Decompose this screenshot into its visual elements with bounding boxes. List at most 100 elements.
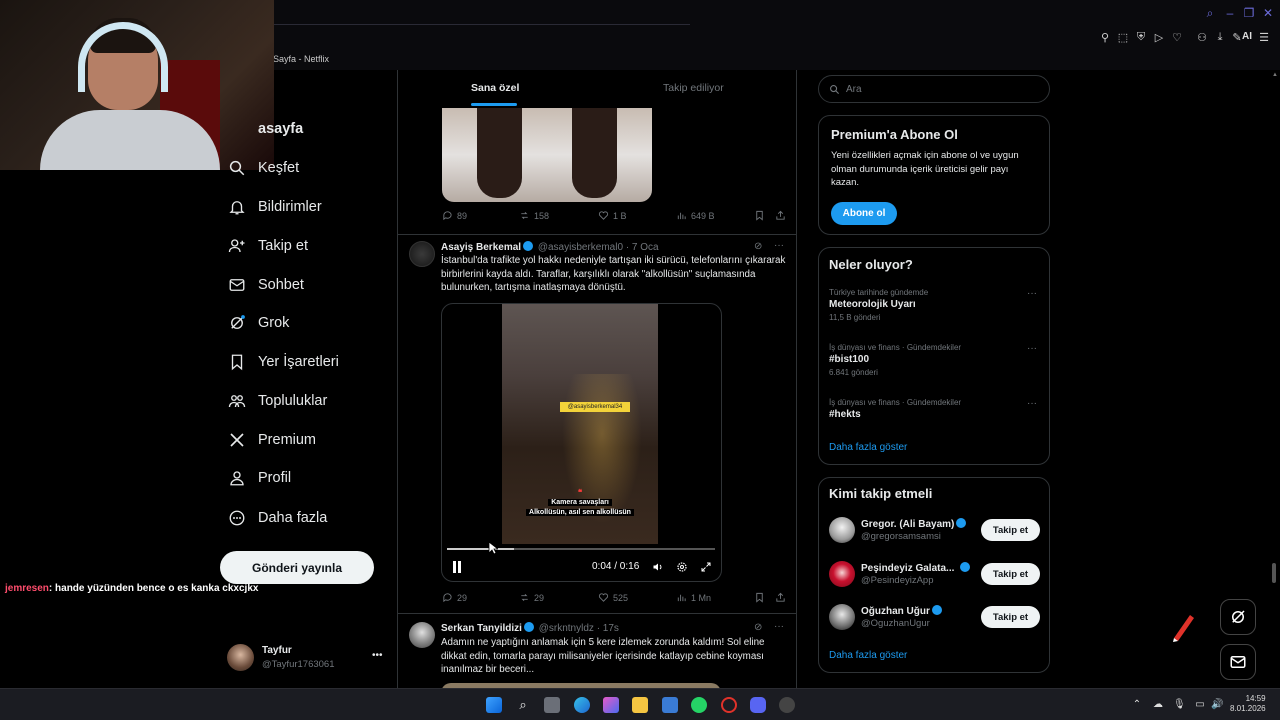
play-icon[interactable]: ▷ — [1152, 31, 1166, 45]
task-view-icon[interactable] — [544, 697, 560, 713]
grok-action-icon[interactable]: ⊘ — [754, 241, 762, 252]
share-action[interactable] — [775, 592, 786, 603]
like-action[interactable]: 525 — [598, 592, 628, 603]
settings-button[interactable] — [676, 561, 688, 573]
follow-suggestion[interactable]: Gregor. (Ali Bayam) @gregorsamsamsi Taki… — [829, 516, 1041, 546]
download-icon[interactable]: ⤓ — [1213, 31, 1227, 45]
restore-icon[interactable]: ❐ — [1242, 6, 1256, 20]
nav-communities[interactable]: Topluluklar — [228, 390, 327, 412]
account-switcher[interactable]: Tayfur @Tayfur1763061 ••• — [227, 644, 387, 674]
tab-for-you[interactable]: Sana özel — [471, 82, 519, 94]
grok-action-icon[interactable]: ⊘ — [754, 622, 762, 633]
network-icon[interactable]: ▭ — [1194, 699, 1206, 711]
search-icon[interactable]: ⌕ — [1203, 6, 1217, 20]
chevron-up-icon[interactable]: ⌃ — [1131, 699, 1143, 711]
pause-button[interactable] — [452, 561, 462, 573]
close-icon[interactable]: ✕ — [1261, 6, 1275, 20]
heart-icon[interactable]: ♡ — [1170, 31, 1184, 45]
like-action[interactable]: 1 B — [598, 210, 627, 221]
messages-button[interactable] — [1220, 644, 1256, 680]
post-time[interactable]: · 17s — [597, 623, 619, 634]
user-icon[interactable]: ⚇ — [1195, 31, 1209, 45]
show-more-link[interactable]: Daha fazla göster — [829, 442, 907, 453]
follow-suggestion[interactable]: Peşindeyiz Galata... @PesindeyizApp Taki… — [829, 560, 1041, 590]
nav-explore[interactable]: Keşfet — [228, 157, 299, 179]
nav-profile[interactable]: Profil — [228, 467, 291, 489]
video-player[interactable]: @asayisberkemal34 ❝ Kamera savaşları Alk… — [441, 303, 722, 582]
views-action[interactable]: 1 Mn — [676, 592, 711, 603]
author-name[interactable]: Asayiş Berkemal — [441, 242, 521, 253]
scrollbar-thumb[interactable] — [1272, 563, 1276, 583]
follow-button[interactable]: Takip et — [981, 606, 1040, 628]
nav-chat[interactable]: Sohbet — [228, 274, 304, 296]
start-icon[interactable] — [486, 697, 502, 713]
cloud-icon[interactable]: ☁ — [1152, 699, 1164, 711]
bookmark-action[interactable] — [754, 592, 765, 603]
author-handle[interactable]: @srkntnyldz — [539, 623, 594, 634]
nav-bookmarks[interactable]: Yer İşaretleri — [228, 351, 339, 373]
opera-icon[interactable] — [721, 697, 737, 713]
discord-icon[interactable] — [750, 697, 766, 713]
search-icon[interactable]: ⌕ — [515, 697, 531, 713]
tab-following[interactable]: Takip ediliyor — [663, 82, 724, 94]
screenshot-icon[interactable]: ⬚ — [1116, 31, 1130, 45]
fullscreen-button[interactable] — [700, 561, 712, 573]
ai-button[interactable]: AI — [1242, 31, 1252, 42]
menu-icon[interactable]: ☰ — [1257, 31, 1271, 45]
nav-home[interactable]: asayfa — [228, 118, 303, 140]
avatar[interactable] — [409, 622, 435, 648]
browser-tab-title[interactable]: Sayfa - Netflix — [273, 54, 329, 64]
copilot-icon[interactable] — [603, 697, 619, 713]
more-icon[interactable]: ··· — [774, 621, 784, 632]
post-time[interactable]: · 7 Oca — [626, 242, 659, 253]
repost-action[interactable]: 29 — [519, 592, 544, 603]
store-icon[interactable] — [662, 697, 678, 713]
nav-grok[interactable]: Grok — [228, 312, 289, 334]
tab-strip — [270, 24, 690, 25]
reply-action[interactable]: 89 — [442, 210, 467, 221]
author-name[interactable]: Serkan Tanyildizi — [441, 623, 522, 634]
bookmark-action[interactable] — [754, 210, 765, 221]
folder-icon[interactable] — [632, 697, 648, 713]
subscribe-button[interactable]: Abone ol — [831, 202, 897, 225]
verified-badge-icon — [523, 622, 534, 632]
system-clock[interactable]: 14:59 8.01.2026 — [1230, 694, 1266, 714]
follow-button[interactable]: Takip et — [981, 563, 1040, 585]
trend-item[interactable]: Türkiye tarihinde gündemde Meteorolojik … — [829, 288, 1041, 328]
post-button[interactable]: Gönderi yayınla — [220, 551, 374, 584]
author-handle[interactable]: @asayisberkemal0 — [538, 242, 623, 253]
reply-action[interactable]: 29 — [442, 592, 467, 603]
search-input[interactable]: Ara — [818, 75, 1050, 103]
views-action[interactable]: 649 B — [676, 210, 715, 221]
grok-button[interactable] — [1220, 599, 1256, 635]
follow-suggestion[interactable]: Oğuzhan Uğur @OguzhanUgur Takip et — [829, 603, 1041, 633]
more-icon[interactable]: ··· — [774, 240, 784, 251]
volume-icon[interactable]: 🔊 — [1211, 699, 1223, 711]
avatar[interactable] — [409, 241, 435, 267]
nav-follow[interactable]: Takip et — [228, 235, 308, 257]
follow-button[interactable]: Takip et — [981, 519, 1040, 541]
nav-notifications[interactable]: Bildirimler — [228, 196, 322, 218]
trend-item[interactable]: İş dünyası ve finans · Gündemdekiler #he… — [829, 398, 1041, 426]
nav-more[interactable]: Daha fazla — [228, 507, 327, 529]
repost-action[interactable]: 158 — [519, 210, 549, 221]
trend-item[interactable]: İş dünyası ve finans · Gündemdekiler #bi… — [829, 343, 1041, 383]
post-image[interactable] — [442, 108, 652, 202]
whatsapp-icon[interactable] — [691, 697, 707, 713]
microphone-icon[interactable]: 🎙 — [1173, 699, 1186, 711]
edge-icon[interactable] — [574, 697, 590, 713]
shield-icon[interactable]: ⛨ — [1134, 31, 1148, 45]
share-action[interactable] — [775, 210, 786, 221]
minimize-icon[interactable]: – — [1223, 6, 1237, 20]
pin-icon[interactable]: ⚲ — [1098, 31, 1112, 45]
app-icon[interactable] — [779, 697, 795, 713]
show-more-link[interactable]: Daha fazla göster — [829, 650, 907, 661]
more-icon[interactable]: ··· — [1027, 343, 1037, 354]
repost-count: 158 — [534, 210, 550, 221]
more-icon[interactable]: ··· — [1027, 398, 1037, 409]
nav-premium[interactable]: Premium — [228, 429, 316, 451]
more-icon[interactable]: ··· — [1027, 288, 1037, 299]
volume-button[interactable] — [652, 561, 664, 573]
more-icon[interactable]: ••• — [372, 650, 383, 661]
scroll-up-icon[interactable]: ▲ — [1272, 72, 1278, 78]
